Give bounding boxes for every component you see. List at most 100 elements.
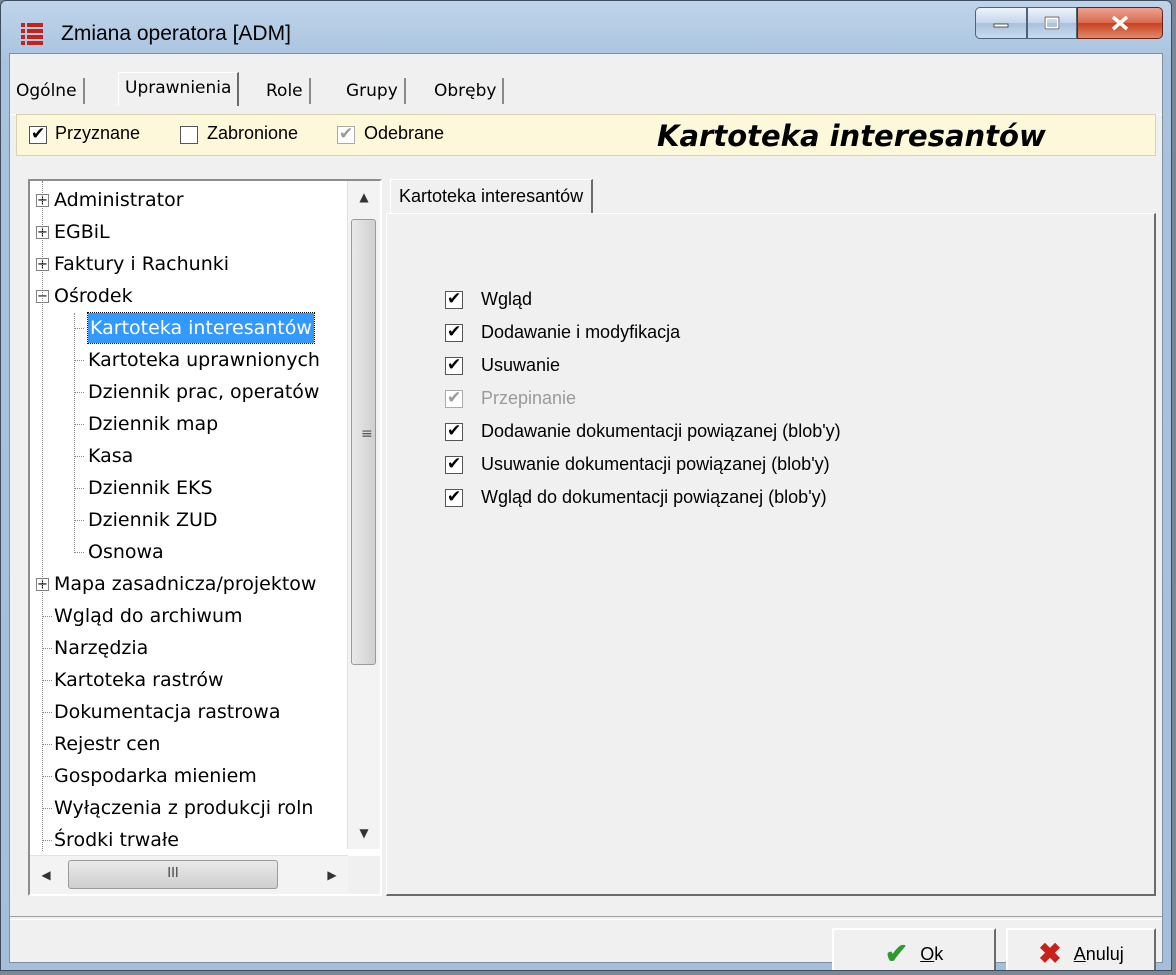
tree-item-label: Dziennik EKS <box>88 477 213 499</box>
permission-label: Dodawanie i modyfikacja <box>481 322 681 342</box>
tree-item[interactable]: Dokumentacja rastrowa <box>30 697 348 729</box>
tab-kartoteka-interesantow[interactable]: Kartoteka interesantów <box>390 179 594 213</box>
ok-button[interactable]: ✔ Ok <box>832 928 996 970</box>
scroll-grip-icon: ≡ <box>361 426 373 442</box>
tree-item-label: Kartoteka interesantów <box>87 312 315 344</box>
tree-item[interactable]: Dziennik ZUD <box>30 505 348 537</box>
tree-item-label: Narzędzia <box>54 637 149 659</box>
close-button[interactable] <box>1077 7 1163 39</box>
window-title: Zmiana operatora [ADM] <box>61 22 291 45</box>
scroll-up-icon[interactable]: ▲ <box>348 181 380 213</box>
scroll-left-icon[interactable]: ◀ <box>30 856 62 894</box>
tree-item-label: Kartoteka rastrów <box>54 669 224 691</box>
permission-label: Usuwanie dokumentacji powiązanej (blob'y… <box>481 454 830 474</box>
permission-checkbox[interactable] <box>445 388 463 408</box>
tree-item[interactable]: Dziennik EKS <box>30 473 348 505</box>
forbidden-checkbox[interactable] <box>180 126 198 144</box>
permission-checkbox[interactable] <box>445 487 463 507</box>
tree-item-label: Kasa <box>88 445 134 467</box>
scrollbar-corner <box>348 856 380 894</box>
tab-ogolne[interactable]: Ogólne <box>10 78 85 104</box>
filter-bar: Przyznane Zabronione Odebrane Kartoteka … <box>16 114 1156 156</box>
tab-obreby[interactable]: Obręby <box>428 78 505 104</box>
revoked-checkbox[interactable] <box>337 124 355 144</box>
tree-item[interactable]: − Ośrodek <box>30 281 348 313</box>
tree-item[interactable]: Kasa <box>30 441 348 473</box>
granted-checkbox[interactable] <box>29 124 47 144</box>
tree-items: + Administrator + EGBiL + Faktury i Rachunki −… <box>30 181 348 851</box>
granted-label: Przyznane <box>55 123 141 143</box>
tree-item[interactable]: + EGBiL <box>30 217 348 249</box>
close-icon <box>1111 15 1129 31</box>
tree-item-label: Dziennik ZUD <box>88 509 218 531</box>
vertical-scroll-thumb[interactable]: ≡ <box>351 219 376 665</box>
tab-role[interactable]: Role <box>260 78 311 104</box>
tree-item[interactable]: Kartoteka interesantów <box>30 312 348 345</box>
minimize-button[interactable] <box>975 7 1027 39</box>
footer-divider <box>10 916 1162 920</box>
permission-list: Wgląd Dodawanie i modyfikacja Usuwanie Prze… <box>386 213 1156 896</box>
ok-label: Ok <box>920 943 944 964</box>
maximize-icon <box>1044 16 1060 30</box>
checkmark-icon: ✔ <box>884 938 909 969</box>
permission-label: Usuwanie <box>481 355 561 375</box>
tree-item[interactable]: Dziennik map <box>30 409 348 441</box>
forbidden-label: Zabronione <box>207 123 299 143</box>
permission-checkbox[interactable] <box>445 322 463 342</box>
permission-checkbox[interactable] <box>445 421 463 441</box>
tree-item[interactable]: Wyłączenia z produkcji roln <box>30 793 348 825</box>
tree-item-label: Osnowa <box>88 541 164 563</box>
tab-uprawnienia[interactable]: Uprawnienia <box>118 72 240 106</box>
x-icon: ✖ <box>1038 938 1062 969</box>
permission-label: Wgląd <box>481 289 533 309</box>
tree-item-label: Środki trwałe <box>54 829 179 851</box>
tree-item[interactable]: + Administrator <box>30 185 348 217</box>
tree-item-label: Administrator <box>54 189 184 211</box>
tree-item-label: Ośrodek <box>54 285 133 307</box>
tree-item[interactable]: Gospodarka mieniem <box>30 761 348 793</box>
tree-item-label: Kartoteka uprawnionych <box>88 349 320 371</box>
tree-item[interactable]: Dziennik prac, operatów <box>30 377 348 409</box>
permissions-tree[interactable]: + Administrator + EGBiL + Faktury i Rachunki −… <box>28 179 382 896</box>
dialog-window: Zmiana operatora [ADM] Ogólne Uprawnieni… <box>0 0 1172 971</box>
section-title: Kartoteka interesantów <box>657 119 1046 153</box>
tree-item[interactable]: Rejestr cen <box>30 729 348 761</box>
tree-item[interactable]: + Mapa zasadnicza/projektow <box>30 569 348 601</box>
app-grid-icon <box>21 23 43 45</box>
vertical-scrollbar[interactable]: ▲ ≡ ▼ <box>347 181 380 849</box>
tree-item[interactable]: Narzędzia <box>30 633 348 665</box>
permission-label: Przepinanie <box>481 388 577 408</box>
minimize-icon <box>993 23 1009 28</box>
revoked-label: Odebrane <box>364 123 445 143</box>
tree-connector <box>74 313 76 553</box>
horizontal-scroll-thumb[interactable]: III <box>68 860 278 889</box>
tree-item-label: Mapa zasadnicza/projektow <box>54 573 317 595</box>
scroll-right-icon[interactable]: ▶ <box>316 856 348 894</box>
horizontal-scrollbar[interactable]: ◀ III ▶ <box>30 855 348 894</box>
tree-item-label: Dokumentacja rastrowa <box>54 701 281 723</box>
maximize-button[interactable] <box>1027 7 1077 39</box>
tree-item[interactable]: Osnowa <box>30 537 348 569</box>
cancel-label: Anuluj <box>1073 943 1124 964</box>
tree-item-label: Wyłączenia z produkcji roln <box>54 797 314 819</box>
permission-checkbox[interactable] <box>445 289 463 309</box>
tree-item[interactable]: Kartoteka uprawnionych <box>30 345 348 377</box>
tree-item[interactable]: Wgląd do archiwum <box>30 601 348 633</box>
permission-checkbox[interactable] <box>445 355 463 375</box>
permission-checkbox[interactable] <box>445 454 463 474</box>
scroll-down-icon[interactable]: ▼ <box>348 817 380 849</box>
tree-item-label: Faktury i Rachunki <box>54 253 230 275</box>
permission-label: Dodawanie dokumentacji powiązanej (blob'… <box>481 421 841 441</box>
tree-item[interactable]: Środki trwałe <box>30 825 348 851</box>
tree-item-label: Gospodarka mieniem <box>54 765 257 787</box>
tree-item-label: Wgląd do archiwum <box>54 605 243 627</box>
tree-item-label: Dziennik map <box>88 413 219 435</box>
tree-item[interactable]: Kartoteka rastrów <box>30 665 348 697</box>
tree-item[interactable]: + Faktury i Rachunki <box>30 249 348 281</box>
title-bar[interactable]: Zmiana operatora [ADM] <box>1 1 1171 53</box>
tab-grupy[interactable]: Grupy <box>340 78 406 104</box>
tree-connector <box>42 181 44 851</box>
permission-label: Wgląd do dokumentacji powiązanej (blob'y… <box>481 487 827 507</box>
cancel-button[interactable]: ✖ Anuluj <box>1006 928 1156 970</box>
tab-strip: Ogólne Uprawnienia Role Grupy Obręby <box>10 64 1162 115</box>
